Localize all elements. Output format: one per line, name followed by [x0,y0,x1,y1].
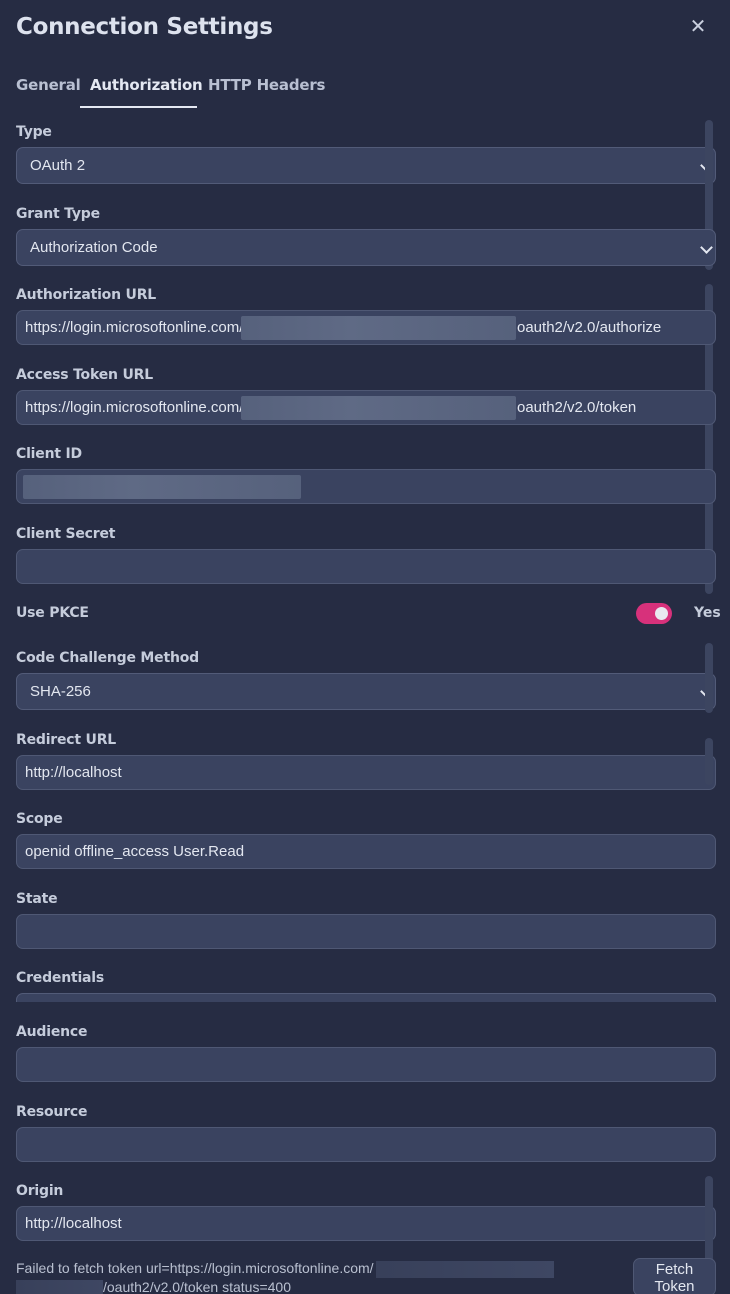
client-id-label: Client ID [16,446,82,462]
active-tab-indicator [80,106,197,108]
credentials-label: Credentials [16,970,105,986]
scrollbar[interactable] [705,738,713,785]
authorization-url-suffix: oauth2/v2.0/authorize [517,319,662,336]
redirect-url-value: http://localhost [25,764,122,781]
access-token-url-label: Access Token URL [16,367,153,383]
scope-value: openid offline_access User.Read [25,843,245,860]
dialog-title: Connection Settings [16,14,273,40]
client-secret-input[interactable] [16,549,716,584]
fetch-token-label-1: Fetch [655,1261,694,1278]
tab-bar: General Authorization HTTP Headers [0,70,730,108]
state-input[interactable] [16,914,716,949]
authorization-url-input[interactable]: https://login.microsoftonline.com/ oauth… [16,310,716,345]
redacted-client-id [23,475,301,499]
scope-label: Scope [16,811,63,827]
use-pkce-label: Use PKCE [16,605,89,621]
fetch-token-button[interactable]: Fetch Token [633,1258,716,1294]
scope-input[interactable]: openid offline_access User.Read [16,834,716,869]
access-token-url-suffix: oauth2/v2.0/token [517,399,637,416]
credentials-select[interactable] [16,993,716,1002]
use-pkce-state: Yes [694,605,721,621]
type-value: OAuth 2 [30,157,86,174]
origin-input[interactable]: http://localhost [16,1206,716,1241]
client-secret-label: Client Secret [16,526,116,542]
grant-type-label: Grant Type [16,206,100,222]
grant-type-value: Authorization Code [30,239,158,256]
grant-type-select[interactable]: Authorization Code [16,229,716,266]
audience-label: Audience [16,1024,88,1040]
redacted-tenant [375,1260,554,1278]
close-icon[interactable]: ✕ [688,17,708,37]
origin-label: Origin [16,1183,64,1199]
resource-label: Resource [16,1104,88,1120]
type-label: Type [16,124,52,140]
origin-value: http://localhost [25,1215,122,1232]
access-token-url-input[interactable]: https://login.microsoftonline.com/ oauth… [16,390,716,425]
tab-authorization[interactable]: Authorization [90,76,203,94]
error-line-2: /oauth2/v2.0/token status=400 [103,1278,291,1294]
audience-input[interactable] [16,1047,716,1082]
fetch-token-label-2: Token [654,1278,695,1294]
scrollbar[interactable] [705,643,713,713]
code-challenge-method-select[interactable]: SHA-256 [16,673,716,710]
redacted-tenant [16,1279,103,1294]
redirect-url-input[interactable]: http://localhost [16,755,716,790]
authorization-url-label: Authorization URL [16,287,156,303]
state-label: State [16,891,58,907]
client-id-input[interactable] [16,469,716,504]
use-pkce-toggle[interactable] [636,603,672,624]
code-challenge-method-value: SHA-256 [30,683,91,700]
resource-input[interactable] [16,1127,716,1162]
toggle-knob [655,607,668,620]
tab-general[interactable]: General [16,76,81,94]
redirect-url-label: Redirect URL [16,732,117,748]
chevron-down-icon [700,241,713,254]
error-line-1: Failed to fetch token url=https://login.… [16,1260,374,1276]
code-challenge-method-label: Code Challenge Method [16,650,199,666]
redacted-tenant [241,396,516,420]
error-message: Failed to fetch token url=https://login.… [16,1259,626,1294]
type-select[interactable]: OAuth 2 [16,147,716,184]
access-token-url-prefix: https://login.microsoftonline.com/ [25,399,244,416]
tab-http-headers[interactable]: HTTP Headers [208,76,325,94]
redacted-tenant [241,316,516,340]
authorization-url-prefix: https://login.microsoftonline.com/ [25,319,244,336]
